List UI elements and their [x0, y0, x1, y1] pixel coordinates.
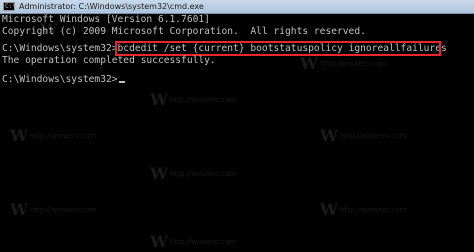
watermark: Whttp://winaero.com — [320, 200, 407, 219]
result-line: The operation completed successfully. — [2, 55, 216, 66]
watermark: Whttp://winaero.com — [10, 126, 97, 145]
cmd-window: C:\ Administrator: C:\Windows\system32\c… — [0, 0, 474, 252]
prompt: C:\Windows\system32> — [2, 74, 118, 85]
text-cursor — [118, 81, 125, 83]
watermark: Whttp://winaero.com — [300, 54, 387, 73]
console-output[interactable]: Whttp://winaero.com Whttp://winaero.com … — [0, 14, 474, 252]
prompt-line[interactable]: C:\Windows\system32> — [2, 74, 125, 86]
watermark: Whttp://winaero.com — [150, 164, 237, 183]
title-bar[interactable]: C:\ Administrator: C:\Windows\system32\c… — [0, 0, 474, 14]
copyright-line: Copyright (c) 2009 Microsoft Corporation… — [2, 26, 366, 37]
window-title: Administrator: C:\Windows\system32\cmd.e… — [19, 2, 204, 11]
cmd-icon[interactable]: C:\ — [3, 2, 16, 11]
watermark: Whttp://winaero.com — [320, 126, 407, 145]
command-highlight-box — [115, 41, 441, 56]
version-line: Microsoft Windows [Version 6.1.7601] — [2, 14, 210, 25]
watermark: Whttp://winaero.com — [10, 200, 97, 219]
watermark: Whttp://winaero.com — [150, 90, 237, 109]
prompt: C:\Windows\system32> — [2, 43, 118, 54]
watermark: Whttp://winaero.com — [150, 232, 237, 251]
